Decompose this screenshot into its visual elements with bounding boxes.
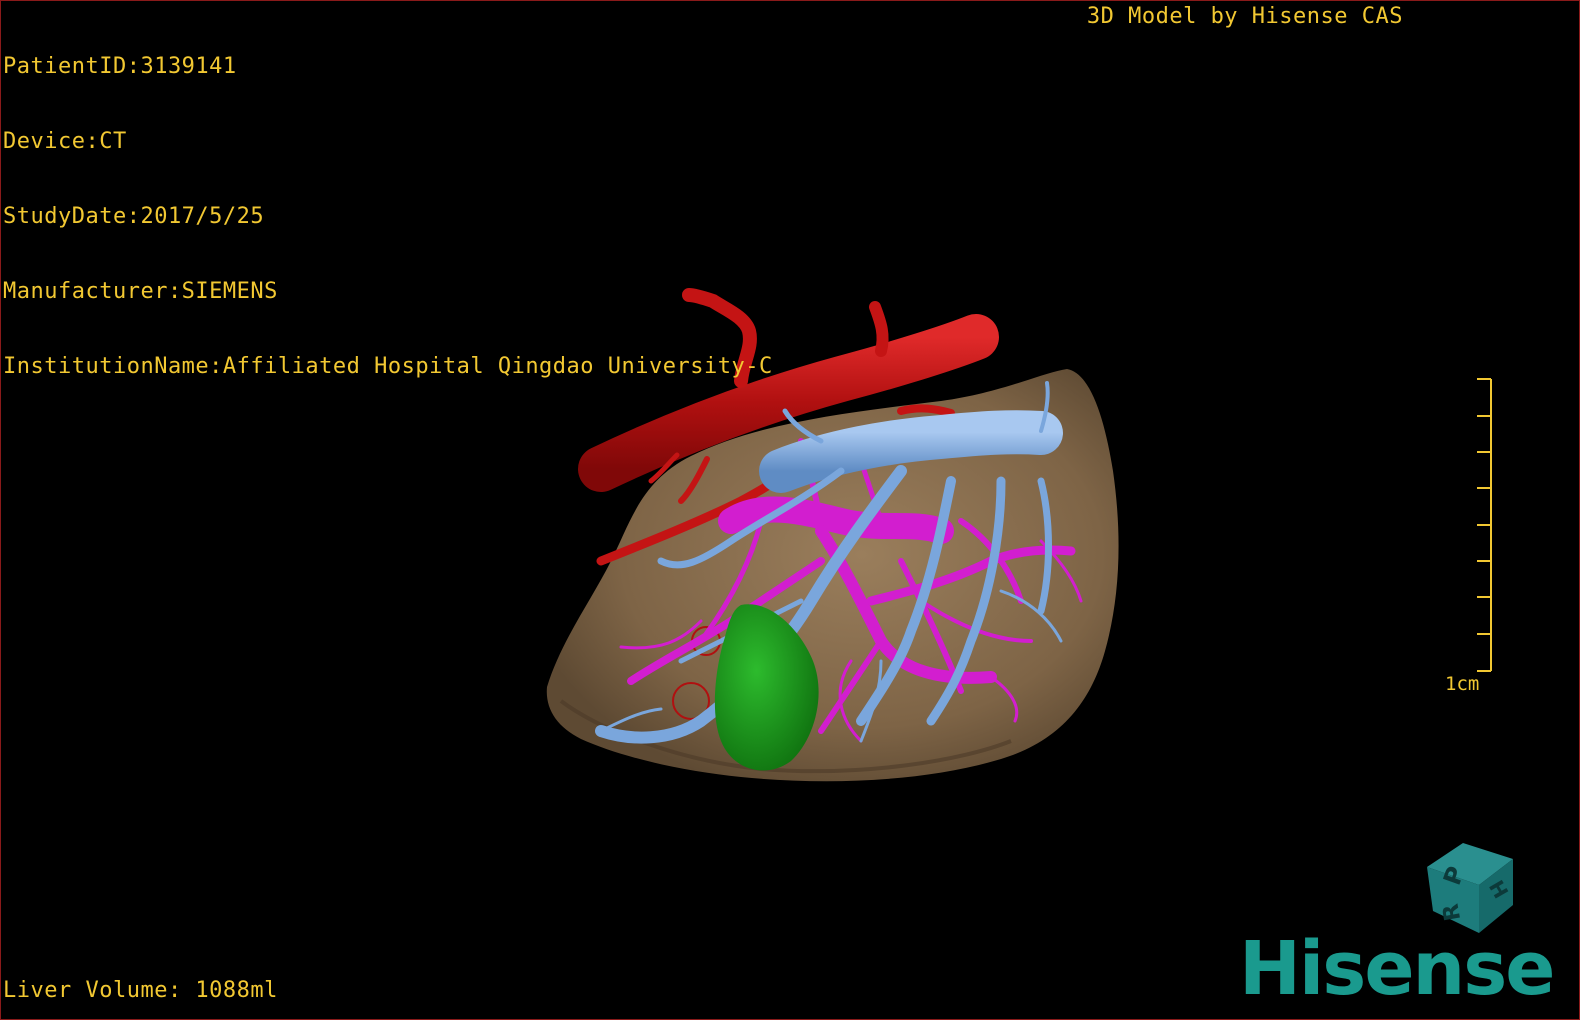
scale-bar [1477,378,1492,672]
device: Device:CT [3,129,127,154]
study-date: StudyDate:2017/5/25 [3,204,265,229]
patient-info-block: PatientID:3139141 Device:CT StudyDate:20… [3,4,773,429]
scale-label: 1cm [1445,673,1480,695]
patient-id: PatientID:3139141 [3,54,237,79]
liver-volume: Liver Volume: 1088ml [3,978,278,1003]
model-credit: 3D Model by Hisense CAS [1086,4,1403,29]
orientation-cube[interactable]: P H R [1421,837,1521,937]
manufacturer: Manufacturer:SIEMENS [3,279,278,304]
institution-name: InstitutionName:Affiliated Hospital Qing… [3,354,773,379]
3d-viewport[interactable]: PatientID:3139141 Device:CT StudyDate:20… [0,0,1580,1020]
hisense-logo: Hisense [1239,926,1555,1012]
